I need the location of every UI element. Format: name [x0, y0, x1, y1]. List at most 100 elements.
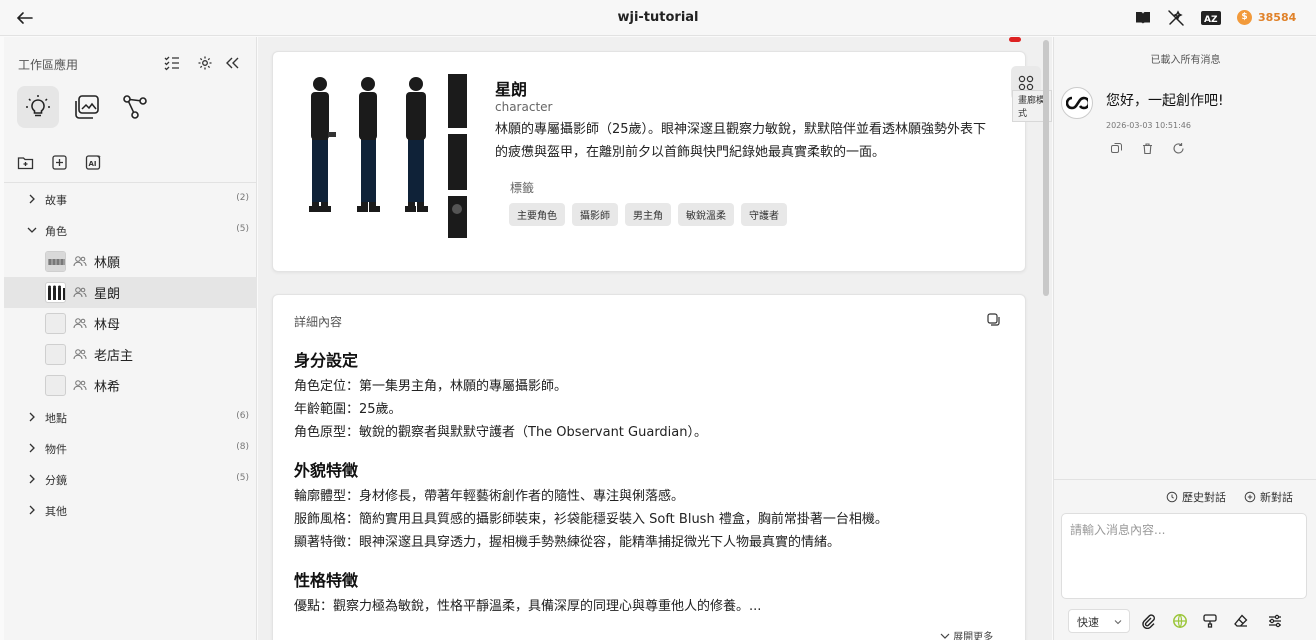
paperclip-icon[interactable] — [1140, 613, 1156, 629]
new-chat-label: 新對話 — [1260, 491, 1293, 504]
expand-more-link[interactable]: 展開更多 — [940, 628, 993, 640]
detail-line: 優點：觀察力極為敏銳，性格平靜溫柔，具備深厚的同理心與尊重他人的修養。... — [294, 599, 762, 614]
character-name: 林母 — [94, 318, 121, 333]
tree-label: 故事 — [45, 194, 67, 207]
character-type: character — [495, 100, 553, 114]
tree-count: (6) — [236, 411, 249, 421]
loaded-status: 已載入所有消息 — [1150, 55, 1221, 66]
people-icon — [73, 380, 87, 391]
tag[interactable]: 攝影師 — [572, 203, 618, 226]
tag-list: 主要角色 攝影師 男主角 敏銳溫柔 守護者 — [509, 203, 787, 226]
collapse-sidebar-icon[interactable] — [224, 55, 240, 71]
top-bar: wji-tutorial AZ $ 38584 — [0, 0, 1316, 36]
copy-icon[interactable] — [986, 312, 1001, 327]
character-thumbnail — [45, 313, 66, 334]
tree-label: 物件 — [45, 443, 67, 456]
expand-label: 展開更多 — [953, 632, 994, 640]
section-title: 身分設定 — [294, 351, 359, 370]
tree-folder-storyboard[interactable]: 分鏡 (5) — [4, 464, 257, 495]
grid-icon — [1018, 75, 1034, 91]
message-timestamp: 2026-03-03 10:51:46 — [1106, 121, 1191, 130]
window-title: wji-tutorial — [617, 10, 699, 25]
magic-off-icon[interactable] — [1167, 9, 1185, 27]
tree-count: (5) — [236, 473, 249, 483]
character-name: 星朗 — [94, 287, 121, 302]
add-item-icon[interactable] — [51, 154, 68, 171]
sliders-icon[interactable] — [1267, 613, 1283, 629]
left-sidebar: 工作區應用 AI 故事 (2) 角色 (5) 林願 星朗 林母 老店主 林希 地… — [4, 37, 257, 640]
detail-line: 輪廓體型：身材修長，帶著年輕藝術創作者的隨性、專注與俐落感。 — [294, 489, 685, 504]
character-item-xing-lang[interactable]: 星朗 — [4, 277, 257, 308]
tag[interactable]: 主要角色 — [509, 203, 565, 226]
lightbulb-icon — [26, 95, 50, 117]
tags-label: 標籤 — [510, 181, 535, 195]
tree-count: (8) — [236, 442, 249, 452]
character-item-lin-mu[interactable]: 林母 — [4, 308, 257, 339]
speed-select[interactable]: 快速 — [1068, 609, 1130, 633]
tree-count: (2) — [236, 193, 249, 203]
detail-card: 詳細內容 身分設定 角色定位：第一集男主角，林願的專屬攝影師。 年齡範圍：25歲… — [272, 294, 1026, 640]
history-label: 歷史對話 — [1182, 491, 1226, 504]
detail-line: 角色定位：第一集男主角，林願的專屬攝影師。 — [294, 379, 568, 394]
book-icon[interactable] — [1134, 9, 1152, 27]
tag[interactable]: 敏銳溫柔 — [678, 203, 734, 226]
tag[interactable]: 男主角 — [625, 203, 671, 226]
new-chat-button[interactable]: 新對話 — [1244, 489, 1293, 505]
eraser-icon[interactable] — [1233, 613, 1249, 629]
chevron-right-icon — [29, 194, 35, 204]
brush-icon[interactable] — [1202, 613, 1218, 629]
chevron-right-icon — [29, 474, 35, 484]
notification-marker — [1009, 37, 1021, 42]
character-item-old-shopkeeper[interactable]: 老店主 — [4, 339, 257, 370]
workflow-icon — [123, 95, 147, 119]
detail-line: 角色原型：敏銳的觀察者與默默守護者（The Observant Guardian… — [294, 425, 708, 440]
tree-label: 分鏡 — [45, 474, 67, 487]
new-folder-icon[interactable] — [17, 154, 34, 171]
tag[interactable]: 守護者 — [741, 203, 787, 226]
copy-message-icon[interactable] — [1110, 142, 1123, 155]
character-turnaround-image[interactable] — [300, 74, 467, 238]
section-title: 性格特徵 — [294, 571, 359, 590]
history-chat-button[interactable]: 歷史對話 — [1166, 489, 1226, 505]
coin-icon: $ — [1237, 10, 1252, 25]
chat-divider — [1054, 479, 1316, 480]
tree-folder-story[interactable]: 故事 (2) — [4, 184, 257, 215]
web-search-icon[interactable] — [1172, 613, 1188, 629]
character-item-lin-yuan[interactable]: 林願 — [4, 246, 257, 277]
sidebar-title: 工作區應用 — [18, 58, 79, 72]
character-item-lin-xi[interactable]: 林希 — [4, 370, 257, 401]
app-ideas-button[interactable] — [17, 86, 59, 128]
people-icon — [73, 349, 87, 360]
checklist-icon[interactable] — [164, 55, 180, 71]
people-icon — [73, 318, 87, 329]
chevron-right-icon — [29, 505, 35, 515]
chevron-right-icon — [29, 412, 35, 422]
character-title: 星朗 — [495, 80, 528, 99]
detail-line: 年齡範圍：25歲。 — [294, 402, 402, 417]
app-gallery-button[interactable] — [66, 86, 108, 128]
trash-icon[interactable] — [1141, 142, 1154, 155]
scrollbar-thumb[interactable] — [1043, 40, 1049, 296]
chevron-down-icon — [27, 227, 37, 233]
history-icon — [1166, 491, 1178, 503]
tree-folder-location[interactable]: 地點 (6) — [4, 402, 257, 433]
main-content: 星朗 character 林願的專屬攝影師（25歲）。眼神深邃且觀察力敏銳，默默… — [258, 37, 1052, 640]
tree-folder-item[interactable]: 物件 (8) — [4, 433, 257, 464]
sidebar-divider — [4, 182, 257, 183]
character-thumbnail — [45, 282, 66, 303]
credit-balance: 38584 — [1258, 11, 1297, 24]
chat-panel: 已載入所有消息 您好，一起創作吧! 2026-03-03 10:51:46 歷史… — [1053, 37, 1316, 640]
gear-icon[interactable] — [197, 55, 213, 71]
translate-icon[interactable]: AZ — [1200, 9, 1222, 27]
character-summary-card: 星朗 character 林願的專屬攝影師（25歲）。眼神深邃且觀察力敏銳，默默… — [272, 51, 1041, 272]
people-icon — [73, 287, 87, 298]
message-input[interactable] — [1061, 513, 1307, 599]
chevron-down-icon — [940, 633, 950, 639]
app-workflow-button[interactable] — [114, 86, 156, 128]
refresh-icon[interactable] — [1172, 142, 1185, 155]
ai-generate-icon[interactable]: AI — [85, 154, 102, 171]
character-thumbnail — [45, 375, 66, 396]
tree-folder-character[interactable]: 角色 (5) — [4, 215, 257, 246]
character-thumbnail — [45, 251, 66, 272]
tree-folder-other[interactable]: 其他 — [4, 495, 257, 526]
